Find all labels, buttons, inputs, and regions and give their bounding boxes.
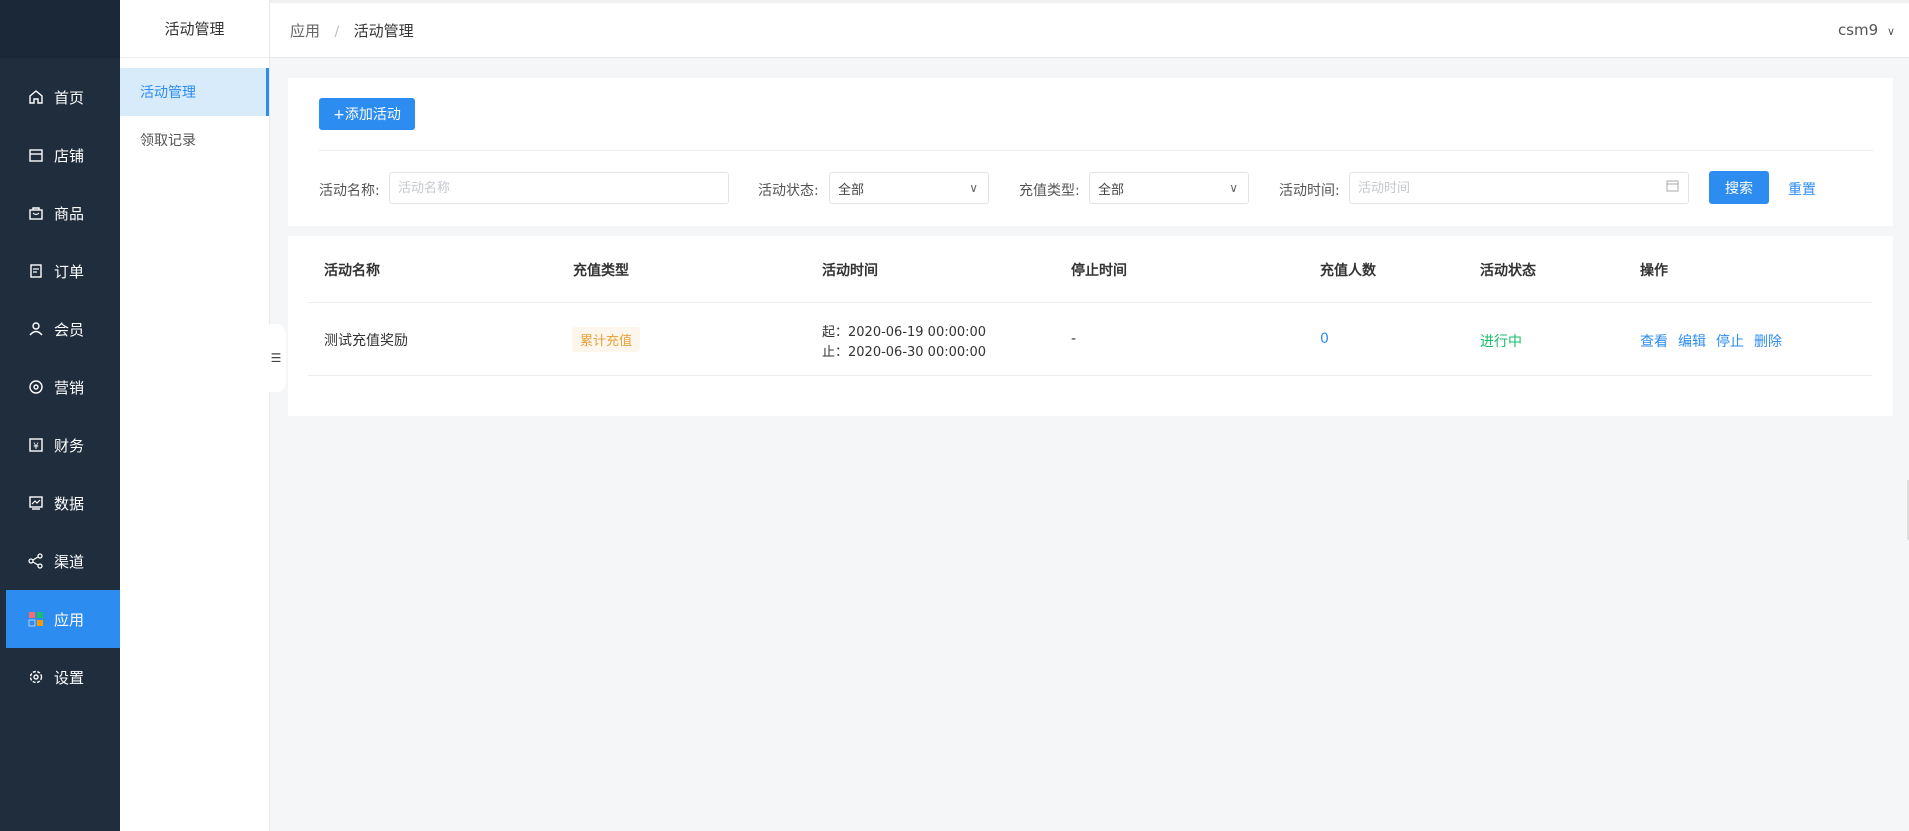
collapse-sidebar-toggle[interactable]: ☰ (266, 324, 286, 392)
user-icon (26, 319, 46, 339)
nav-item-data[interactable]: 数据 (6, 474, 120, 532)
svg-text:¥: ¥ (33, 442, 39, 452)
nav-item-label: 应用 (54, 610, 85, 629)
bag-icon (26, 203, 46, 223)
chevron-down-icon: ∨ (1229, 181, 1238, 195)
activity-end-time: 止：2020-06-30 00:00:00 (822, 345, 987, 360)
stop-link[interactable]: 停止 (1716, 334, 1744, 350)
activity-name-cell: 测试充值奖励 (324, 333, 408, 349)
column-header: 活动状态 (1480, 263, 1536, 279)
add-activity-button[interactable]: +添加活动 (319, 98, 415, 130)
nav-logo (0, 0, 120, 58)
divider (319, 150, 1873, 151)
main-nav: 首页 店铺 商品 订单 会员 营销 ¥ 财务 数据 渠道 应用 设置 (0, 0, 120, 831)
share-icon (26, 551, 46, 571)
breadcrumb-item-apps[interactable]: 应用 (290, 22, 320, 40)
column-header: 充值人数 (1320, 263, 1376, 279)
column-header: 活动名称 (324, 263, 380, 279)
column-header: 充值类型 (573, 263, 629, 279)
status-select-value: 全部 (838, 182, 865, 198)
type-select[interactable]: 全部 ∨ (1089, 172, 1249, 204)
apps-icon (26, 609, 46, 629)
nav-item-finance[interactable]: ¥ 财务 (6, 416, 120, 474)
chart-icon (26, 493, 46, 513)
nav-item-label: 数据 (54, 494, 85, 513)
nav-item-label: 营销 (54, 378, 85, 397)
nav-item-label: 财务 (54, 436, 85, 455)
time-range-picker[interactable] (1349, 172, 1689, 204)
top-header: 应用 / 活动管理 csm9 ∨ (270, 0, 1909, 58)
nav-item-orders[interactable]: 订单 (6, 242, 120, 300)
column-header: 操作 (1640, 263, 1668, 279)
user-menu[interactable]: csm9 ∨ (1838, 21, 1895, 39)
nav-item-apps[interactable]: 应用 (6, 590, 120, 648)
recharge-type-tag: 累计充值 (572, 327, 641, 352)
type-filter-label: 充值类型: (1019, 183, 1080, 199)
activity-table: 活动名称 充值类型 活动时间 停止时间 充值人数 活动状态 操作 测试充值奖励 … (288, 236, 1893, 416)
subnav-title: 活动管理 (120, 0, 269, 58)
divider (308, 302, 1872, 303)
yen-icon: ¥ (26, 435, 46, 455)
filter-panel: +添加活动 活动名称: 活动状态: 全部 ∨ 充值类型: 全部 ∨ 活动时间: … (288, 78, 1893, 226)
activity-start-time: 起：2020-06-19 00:00:00 (822, 325, 987, 340)
edit-link[interactable]: 编辑 (1678, 334, 1706, 350)
nav-item-label: 设置 (54, 668, 85, 687)
nav-item-label: 渠道 (54, 552, 85, 571)
status-select[interactable]: 全部 ∨ (829, 172, 989, 204)
gear-icon (26, 667, 46, 687)
nav-item-label: 订单 (54, 262, 85, 281)
delete-link[interactable]: 删除 (1754, 334, 1782, 350)
home-icon (26, 87, 46, 107)
nav-item-label: 会员 (54, 320, 85, 339)
chevron-down-icon: ∨ (1886, 25, 1895, 38)
time-filter-label: 活动时间: (1279, 183, 1340, 199)
nav-item-home[interactable]: 首页 (6, 68, 120, 126)
breadcrumb: 应用 / 活动管理 (290, 20, 414, 41)
nav-item-channel[interactable]: 渠道 (6, 532, 120, 590)
column-header: 活动时间 (822, 263, 878, 279)
search-button[interactable]: 搜索 (1709, 171, 1769, 204)
nav-item-marketing[interactable]: 营销 (6, 358, 120, 416)
status-filter-label: 活动状态: (758, 183, 819, 199)
name-filter-label: 活动名称: (319, 183, 380, 199)
nav-item-label: 店铺 (54, 146, 85, 165)
type-select-value: 全部 (1098, 182, 1125, 198)
reset-button[interactable]: 重置 (1788, 179, 1816, 199)
calendar-icon (1666, 179, 1679, 196)
divider (308, 375, 1872, 376)
nav-item-label: 首页 (54, 88, 85, 107)
column-header: 停止时间 (1071, 263, 1127, 279)
row-actions: 查看 编辑 停止 删除 (1640, 331, 1792, 351)
store-icon (26, 145, 46, 165)
nav-item-label: 商品 (54, 204, 85, 223)
subnav-item-activity[interactable]: 活动管理 (120, 68, 269, 116)
menu-fold-icon: ☰ (270, 351, 282, 365)
sub-sidebar: 活动管理 活动管理 领取记录 (120, 0, 270, 831)
subnav-item-records[interactable]: 领取记录 (120, 116, 269, 164)
nav-item-goods[interactable]: 商品 (6, 184, 120, 242)
status-badge: 进行中 (1480, 334, 1522, 350)
chevron-down-icon: ∨ (969, 181, 978, 195)
breadcrumb-item-current: 活动管理 (353, 21, 414, 40)
activity-name-input[interactable] (389, 172, 729, 204)
stop-time-cell: - (1071, 331, 1077, 347)
marketing-icon (26, 377, 46, 397)
recharge-count-link[interactable]: 0 (1320, 331, 1329, 347)
view-link[interactable]: 查看 (1640, 334, 1668, 350)
order-icon (26, 261, 46, 281)
nav-item-settings[interactable]: 设置 (6, 648, 120, 706)
breadcrumb-separator: / (334, 23, 340, 40)
nav-item-store[interactable]: 店铺 (6, 126, 120, 184)
activity-time-input[interactable] (1349, 172, 1689, 204)
username: csm9 (1837, 21, 1879, 39)
nav-item-members[interactable]: 会员 (6, 300, 120, 358)
